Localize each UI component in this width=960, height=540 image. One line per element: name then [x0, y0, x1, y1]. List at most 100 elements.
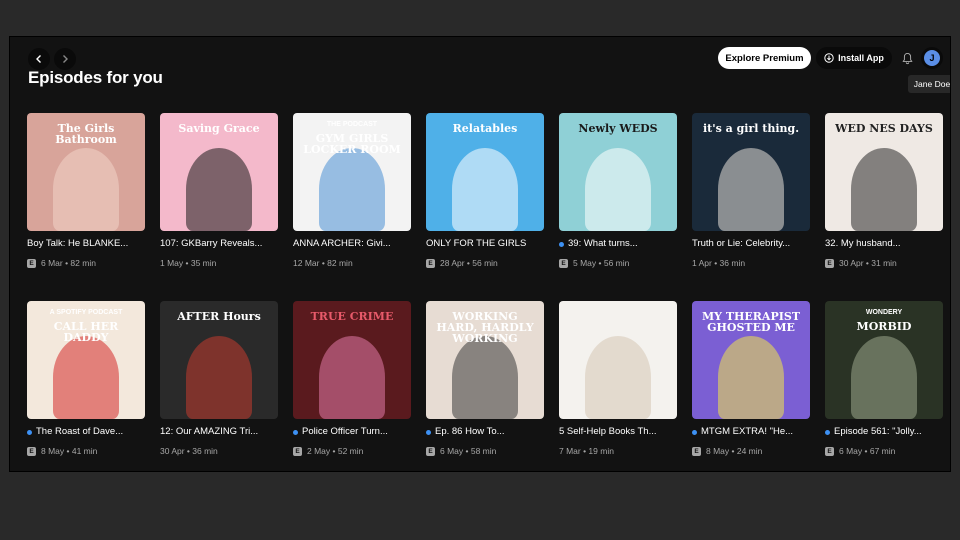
episode-card[interactable]: THE PODCAST GYM GIRLS LOCKER ROOM ANNA ARC… — [293, 113, 411, 269]
cover-title: Newly WEDS — [578, 122, 658, 135]
episode-cover-image: Newly WEDS — [559, 113, 677, 231]
explicit-icon: E — [27, 447, 36, 456]
cover-title: MORBID — [856, 320, 912, 333]
episode-card[interactable]: Saving Grace 107: GKBarry Reveals... 1 May… — [160, 113, 278, 269]
episode-card[interactable]: AFTER Hours 12: Our AMAZING Tri... 30 Apr … — [160, 301, 278, 457]
episode-title[interactable]: Boy Talk: He BLANKE... — [27, 238, 128, 250]
episode-cover-image: The Girls Bathroom — [27, 113, 145, 231]
unplayed-dot-icon — [27, 429, 32, 435]
episode-title-row: Ep. 86 How To... — [426, 426, 544, 438]
unplayed-dot-icon — [293, 429, 298, 435]
episode-title-row: Boy Talk: He BLANKE... — [27, 238, 145, 250]
episode-title[interactable]: 107: GKBarry Reveals... — [160, 238, 262, 250]
cover-subtitle: THE PODCAST — [326, 121, 378, 128]
user-avatar-button[interactable]: J — [921, 47, 943, 69]
episode-card[interactable]: Relatables ONLY FOR THE GIRLS E 28 Apr • 56… — [426, 113, 544, 269]
episode-card[interactable]: TRUE CRIME Police Officer Turn... E 2 May •… — [293, 301, 411, 457]
explicit-icon: E — [692, 447, 701, 456]
bell-icon — [901, 52, 913, 64]
cover-artwork-shape — [584, 336, 652, 419]
episode-meta-row: E 8 May • 41 min — [27, 446, 145, 457]
episode-cover-image: THE PODCAST GYM GIRLS LOCKER ROOM — [293, 113, 411, 231]
episode-card[interactable]: 5 Self-Help Books Th... 7 Mar • 19 min — [559, 301, 677, 457]
episode-card[interactable]: MY THERAPIST GHOSTED ME MTGM EXTRA! "He..… — [692, 301, 810, 457]
cover-subtitle: A SPOTIFY PODCAST — [49, 309, 123, 316]
episode-date-duration: 6 May • 67 min — [839, 446, 896, 456]
cover-title: it's a girl thing. — [702, 122, 800, 135]
episode-cover-image: TRUE CRIME — [293, 301, 411, 419]
app-window: Explore Premium Install App J Episodes f… — [9, 36, 951, 472]
episode-date-duration: 28 Apr • 56 min — [440, 258, 498, 268]
episode-meta-row: 1 Apr • 36 min — [692, 258, 810, 269]
episode-card[interactable]: WORKING HARD, HARDLY WORKING Ep. 86 How T… — [426, 301, 544, 457]
unplayed-dot-icon — [559, 241, 564, 247]
episode-title[interactable]: Truth or Lie: Celebrity... — [692, 238, 790, 250]
episode-title-row: 12: Our AMAZING Tri... — [160, 426, 278, 438]
episode-card[interactable]: WED NES DAYS 32. My husband... E 30 Apr • 3… — [825, 113, 943, 269]
episode-card[interactable]: WONDERY MORBID Episode 561: "Jolly... E 6 Ma… — [825, 301, 943, 457]
episode-title[interactable]: Police Officer Turn... — [302, 426, 388, 438]
cover-title: WED NES DAYS — [835, 122, 933, 135]
cover-artwork-shape — [850, 336, 918, 419]
episode-title-row: The Roast of Dave... — [27, 426, 145, 438]
episode-title[interactable]: 39: What turns... — [568, 238, 638, 250]
episode-cover-image: it's a girl thing. — [692, 113, 810, 231]
cover-title: GYM GIRLS LOCKER ROOM — [303, 132, 401, 156]
episode-card[interactable]: The Girls Bathroom Boy Talk: He BLANKE...… — [27, 113, 145, 269]
episode-title-row: 32. My husband... — [825, 238, 943, 250]
episode-meta-row: 7 Mar • 19 min — [559, 446, 677, 457]
episode-date-duration: 6 Mar • 82 min — [41, 258, 96, 268]
episode-title[interactable]: Episode 561: "Jolly... — [834, 426, 922, 438]
cover-title: CALL HER DADDY — [53, 320, 119, 344]
cover-artwork-shape — [717, 336, 785, 419]
episode-cover-image — [559, 301, 677, 419]
episode-title[interactable]: ONLY FOR THE GIRLS — [426, 238, 526, 250]
episode-date-duration: 30 Apr • 36 min — [160, 446, 218, 456]
cover-artwork-shape — [185, 148, 253, 231]
cover-artwork-shape — [318, 148, 386, 231]
episode-card[interactable]: A SPOTIFY PODCAST CALL HER DADDY The Roast… — [27, 301, 145, 457]
cover-artwork-shape — [185, 336, 253, 419]
episode-meta-row: E 6 May • 58 min — [426, 446, 544, 457]
cover-artwork-shape — [52, 336, 120, 419]
episode-cover-image: MY THERAPIST GHOSTED ME — [692, 301, 810, 419]
episode-title-row: 107: GKBarry Reveals... — [160, 238, 278, 250]
episode-title-row: 5 Self-Help Books Th... — [559, 426, 677, 438]
cover-title: Relatables — [452, 122, 518, 135]
episode-cover-image: A SPOTIFY PODCAST CALL HER DADDY — [27, 301, 145, 419]
episode-title-row: Truth or Lie: Celebrity... — [692, 238, 810, 250]
episode-cover-image: WORKING HARD, HARDLY WORKING — [426, 301, 544, 419]
episode-title[interactable]: MTGM EXTRA! "He... — [701, 426, 793, 438]
explicit-icon: E — [27, 259, 36, 268]
episode-cover-image: WONDERY MORBID — [825, 301, 943, 419]
chevron-left-icon — [36, 55, 41, 63]
user-name-tooltip: Jane Doe — [908, 75, 950, 93]
episode-title[interactable]: Ep. 86 How To... — [435, 426, 505, 438]
cover-title: TRUE CRIME — [310, 310, 394, 323]
episode-title-row: ANNA ARCHER: Givi... — [293, 238, 411, 250]
explicit-icon: E — [293, 447, 302, 456]
notifications-button[interactable] — [899, 49, 915, 67]
episode-title[interactable]: 12: Our AMAZING Tri... — [160, 426, 258, 438]
section-title: Episodes for you — [28, 68, 163, 87]
episode-title-row: 39: What turns... — [559, 238, 677, 250]
episode-title[interactable]: 32. My husband... — [825, 238, 901, 250]
episode-cover-image: Relatables — [426, 113, 544, 231]
cover-title: AFTER Hours — [177, 310, 261, 323]
cover-artwork-shape — [717, 148, 785, 231]
episode-card[interactable]: it's a girl thing. Truth or Lie: Celebrit… — [692, 113, 810, 269]
cover-artwork-shape — [52, 148, 120, 231]
unplayed-dot-icon — [825, 429, 830, 435]
episode-date-duration: 8 May • 41 min — [41, 446, 98, 456]
episode-date-duration: 8 May • 24 min — [706, 446, 763, 456]
episode-title[interactable]: 5 Self-Help Books Th... — [559, 426, 657, 438]
episode-title[interactable]: The Roast of Dave... — [36, 426, 123, 438]
episode-title-row: Episode 561: "Jolly... — [825, 426, 943, 438]
install-app-label: Install App — [838, 53, 884, 63]
episode-meta-row: E 5 May • 56 min — [559, 258, 677, 269]
episode-card[interactable]: Newly WEDS 39: What turns... E 5 May • 56 m… — [559, 113, 677, 269]
install-app-button[interactable]: Install App — [816, 47, 892, 69]
explore-premium-button[interactable]: Explore Premium — [718, 47, 811, 69]
episode-date-duration: 5 May • 56 min — [573, 258, 630, 268]
episode-title[interactable]: ANNA ARCHER: Givi... — [293, 238, 391, 250]
